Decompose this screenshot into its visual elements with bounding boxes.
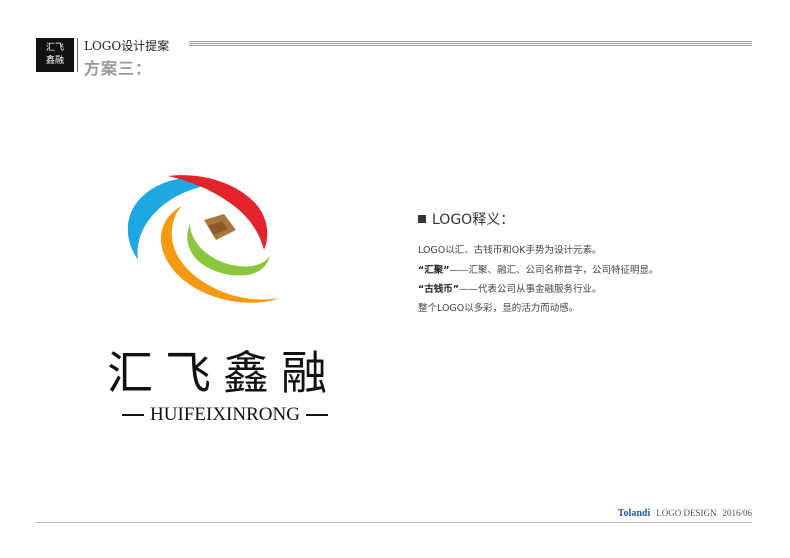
explanation-title: LOGO释义： [418,209,514,229]
explanation-line-1: LOGO以汇、古钱币和OK手势为设计元素。 [418,245,602,256]
line-2-text: ——汇聚、融汇、公司名称首字，公司特征明显。 [449,265,659,276]
explanation-line-3: “古钱币”——代表公司从事金融服务行业。 [418,281,602,295]
line-3-keyword: “古钱币” [418,284,459,295]
footer-brand: Tolandi [617,508,651,519]
footer-text: LOGO DESIGN [656,508,717,518]
right-dash [305,414,328,416]
badge-line-2: 鑫融 [45,56,64,66]
left-dash [122,414,145,416]
header-title: LOGO设计提案 [84,39,170,53]
square-bullet-icon [418,215,426,223]
brand-name-en-row: HUIFEIXINRONG [100,404,350,426]
proposal-subtitle: 方案三： [84,59,153,78]
logo-emblem [127,175,280,303]
brand-name-cn: 汇飞鑫融 [107,346,339,400]
line-2-keyword: “汇聚” [418,265,450,276]
footer-rule [36,522,752,523]
explanation-line-4: 整个LOGO以多彩，显的活力而动感。 [418,303,579,314]
explanation-line-2: “汇聚”——汇聚、融汇、公司名称首字，公司特征明显。 [418,262,659,276]
header-divider [77,38,78,72]
brand-name-en: HUIFEIXINRONG [150,404,300,425]
line-3-text: ——代表公司从事金融服务行业。 [459,284,602,295]
footer: Tolandi LOGO DESIGN 2016/06 [618,508,752,519]
brand-badge: 汇飞 鑫融 [36,38,74,72]
explanation-title-text: LOGO释义： [432,212,515,228]
badge-line-1: 汇飞 [45,43,64,53]
header-rule [189,41,752,47]
footer-date: 2016/06 [722,508,752,518]
